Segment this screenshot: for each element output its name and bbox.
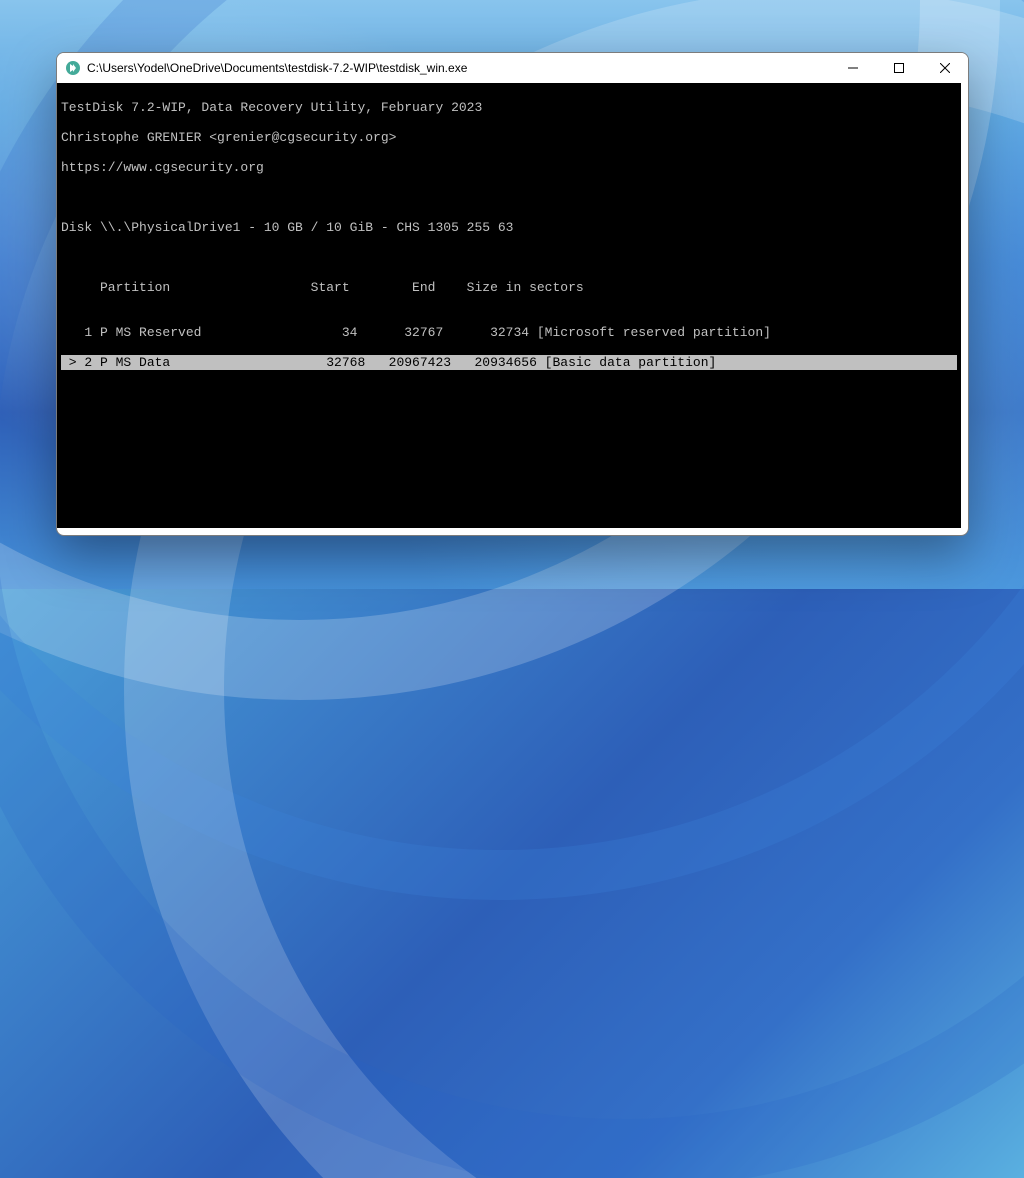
- partition-row[interactable]: 1 P MS Reserved 34 32767 32734 [Microsof…: [61, 325, 957, 340]
- partition-table: 1 P MS Reserved 34 32767 32734 [Microsof…: [61, 310, 957, 385]
- maximize-button[interactable]: [876, 53, 922, 83]
- partition-row[interactable]: > 2 P MS Data 32768 20967423 20934656 [B…: [61, 355, 957, 370]
- disk-info-line: Disk \\.\PhysicalDrive1 - 10 GB / 10 GiB…: [61, 220, 957, 235]
- blank-line: [61, 190, 957, 205]
- blank-line: [61, 250, 957, 265]
- minimize-button[interactable]: [830, 53, 876, 83]
- console-window: C:\Users\Yodel\OneDrive\Documents\testdi…: [56, 52, 969, 536]
- header-line-1: TestDisk 7.2-WIP, Data Recovery Utility,…: [61, 100, 957, 115]
- console-filler: [61, 400, 957, 528]
- header-line-2: Christophe GRENIER <grenier@cgsecurity.o…: [61, 130, 957, 145]
- titlebar[interactable]: C:\Users\Yodel\OneDrive\Documents\testdi…: [57, 53, 968, 83]
- app-icon: [65, 60, 81, 76]
- partition-table-header: Partition Start End Size in sectors: [61, 280, 957, 295]
- window-title: C:\Users\Yodel\OneDrive\Documents\testdi…: [87, 61, 830, 75]
- console-area[interactable]: TestDisk 7.2-WIP, Data Recovery Utility,…: [57, 83, 961, 528]
- close-button[interactable]: [922, 53, 968, 83]
- window-controls: [830, 53, 968, 83]
- header-line-3: https://www.cgsecurity.org: [61, 160, 957, 175]
